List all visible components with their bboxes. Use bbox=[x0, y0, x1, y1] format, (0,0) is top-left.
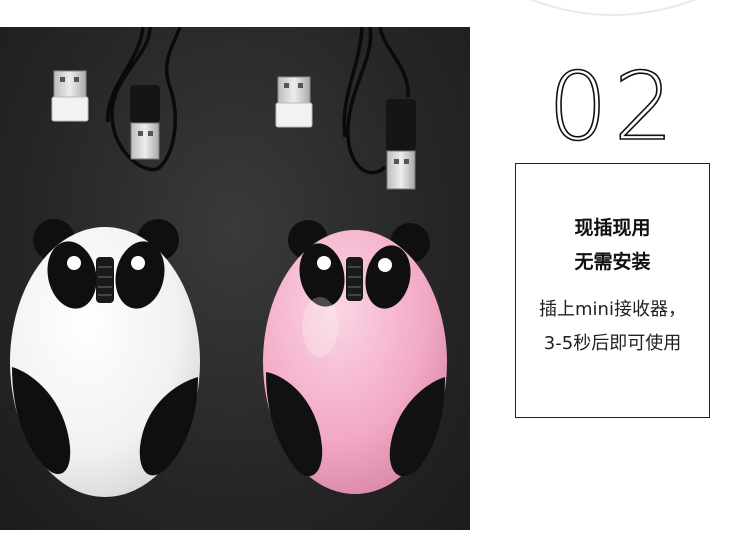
product-detail-panel: 02 现插现用 无需安装 插上mini接收器， 3-5秒后即可使用 bbox=[0, 0, 750, 557]
info-card: 现插现用 无需安装 插上mini接收器， 3-5秒后即可使用 bbox=[515, 163, 710, 418]
body-line-1: 插上mini接收器， bbox=[539, 299, 686, 320]
usb-receiver-left bbox=[51, 70, 89, 122]
usb-plug-left bbox=[130, 85, 160, 160]
pink-panda-mouse bbox=[263, 220, 447, 494]
headline-line-2: 无需安装 bbox=[574, 251, 651, 273]
usb-plug-right bbox=[386, 99, 416, 190]
body-line-2: 3-5秒后即可使用 bbox=[543, 333, 682, 354]
usb-receiver-right bbox=[275, 76, 313, 128]
decorative-arc bbox=[470, 0, 750, 60]
product-photo bbox=[0, 27, 470, 530]
white-panda-mouse bbox=[10, 219, 200, 497]
step-number: 02 bbox=[547, 53, 680, 162]
headline-line-1: 现插现用 bbox=[574, 217, 651, 239]
